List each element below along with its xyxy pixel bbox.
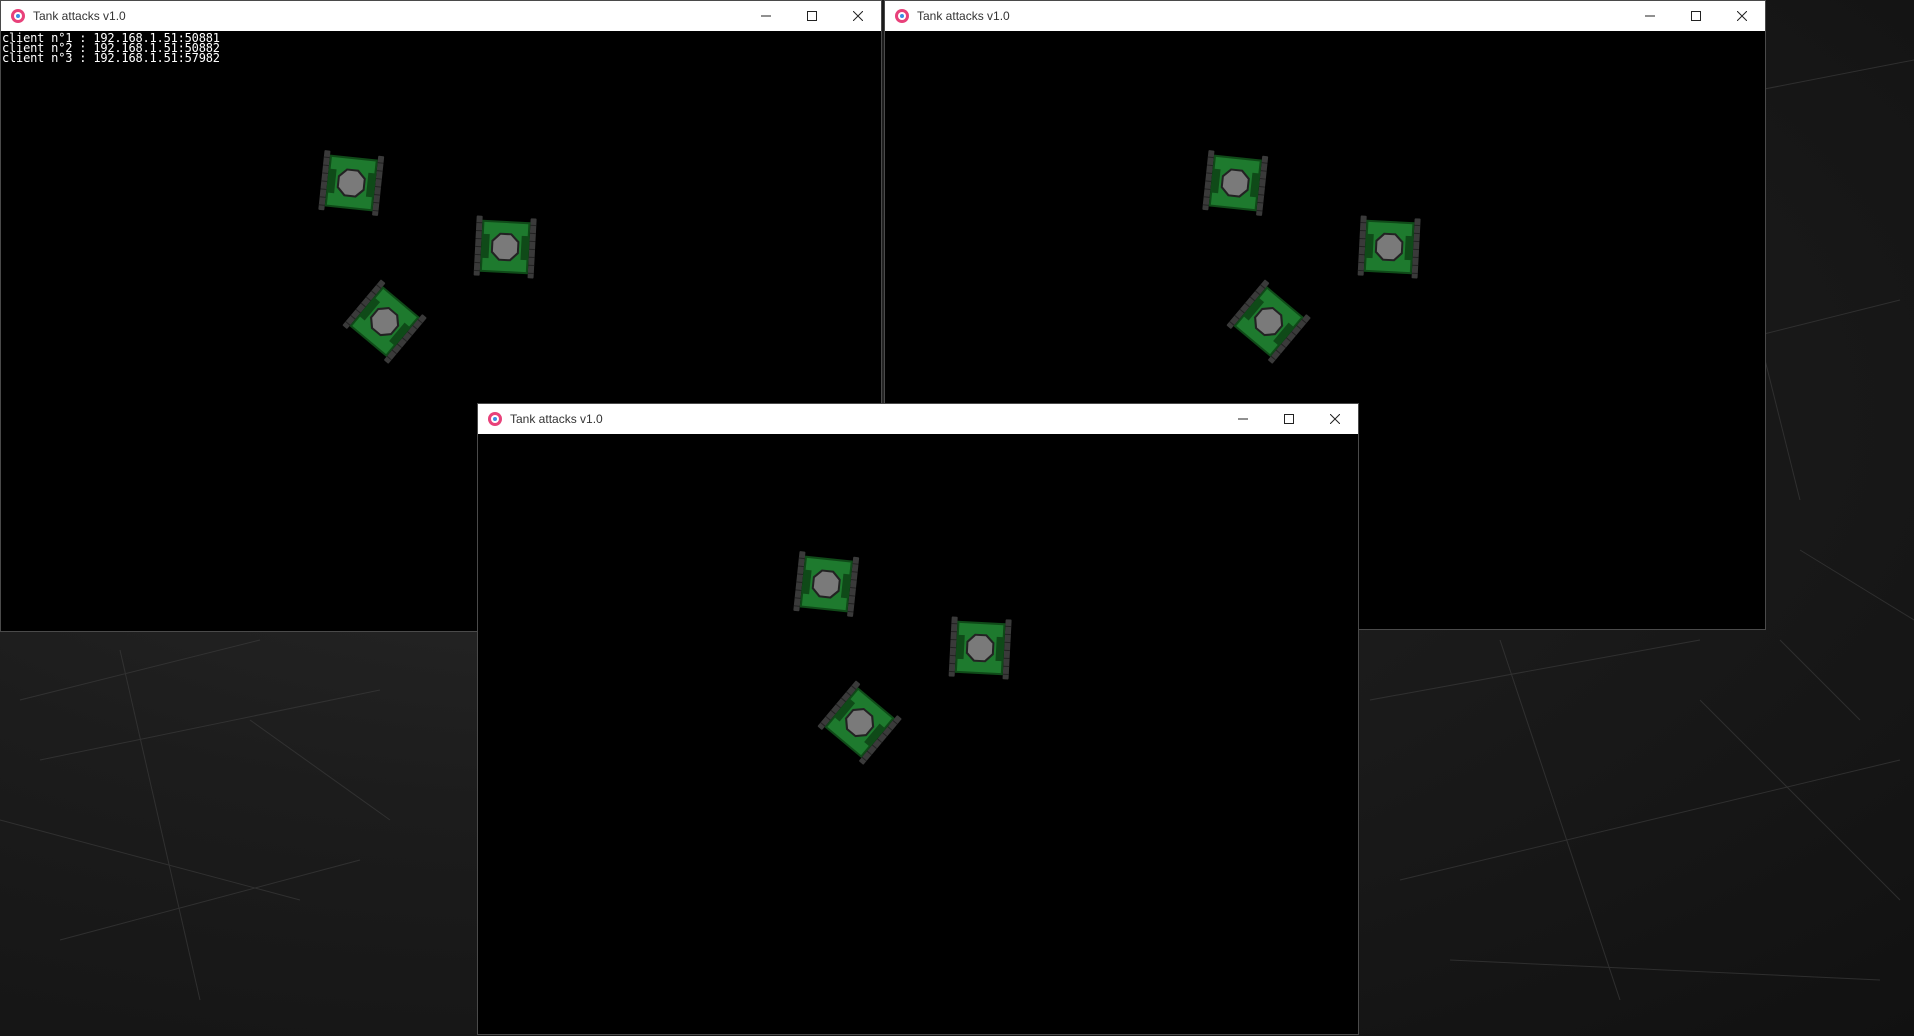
game-window-3[interactable]: Tank attacks v1.0 <box>477 403 1359 1035</box>
tank-icon <box>1357 215 1421 279</box>
close-icon <box>853 11 863 21</box>
close-button[interactable] <box>1719 1 1765 31</box>
close-button[interactable] <box>1312 404 1358 434</box>
tank-sprite <box>1355 213 1423 285</box>
minimize-icon <box>761 15 771 17</box>
tank-icon <box>318 150 385 216</box>
close-icon <box>1330 414 1340 424</box>
maximize-icon <box>1284 414 1294 424</box>
window-title: Tank attacks v1.0 <box>917 9 1010 23</box>
maximize-button[interactable] <box>1266 404 1312 434</box>
tank-sprite <box>316 148 387 223</box>
window-title: Tank attacks v1.0 <box>33 9 126 23</box>
maximize-button[interactable] <box>1673 1 1719 31</box>
minimize-button[interactable] <box>743 1 789 31</box>
tank-sprite <box>336 277 429 371</box>
window-titlebar[interactable]: Tank attacks v1.0 <box>478 404 1358 434</box>
tank-sprite <box>471 213 539 285</box>
tank-sprite <box>811 678 904 772</box>
maximize-button[interactable] <box>789 1 835 31</box>
window-title: Tank attacks v1.0 <box>510 412 603 426</box>
minimize-button[interactable] <box>1220 404 1266 434</box>
minimize-icon <box>1645 15 1655 17</box>
close-icon <box>1737 11 1747 21</box>
tank-sprite <box>1200 148 1271 223</box>
window-titlebar[interactable]: Tank attacks v1.0 <box>885 1 1765 31</box>
window-titlebar[interactable]: Tank attacks v1.0 <box>1 1 881 31</box>
close-button[interactable] <box>835 1 881 31</box>
tank-icon <box>473 215 537 279</box>
client-list: client n°1 : 192.168.1.51:50881 client n… <box>2 32 220 65</box>
tank-attacks-app-icon <box>488 412 502 426</box>
tank-icon <box>817 680 902 765</box>
maximize-icon <box>1691 11 1701 21</box>
tank-sprite <box>1220 277 1313 371</box>
tank-icon <box>1202 150 1269 216</box>
minimize-icon <box>1238 418 1248 420</box>
tank-icon <box>793 551 860 617</box>
tank-attacks-app-icon <box>895 9 909 23</box>
tank-sprite <box>946 614 1014 686</box>
minimize-button[interactable] <box>1627 1 1673 31</box>
tank-icon <box>1226 279 1311 364</box>
tank-attacks-app-icon <box>11 9 25 23</box>
tank-icon <box>342 279 427 364</box>
game-canvas[interactable] <box>478 434 1358 1034</box>
tank-icon <box>948 616 1012 680</box>
maximize-icon <box>807 11 817 21</box>
client-entry: client n°3 : 192.168.1.51:57982 <box>2 51 220 65</box>
tank-sprite <box>791 549 862 624</box>
